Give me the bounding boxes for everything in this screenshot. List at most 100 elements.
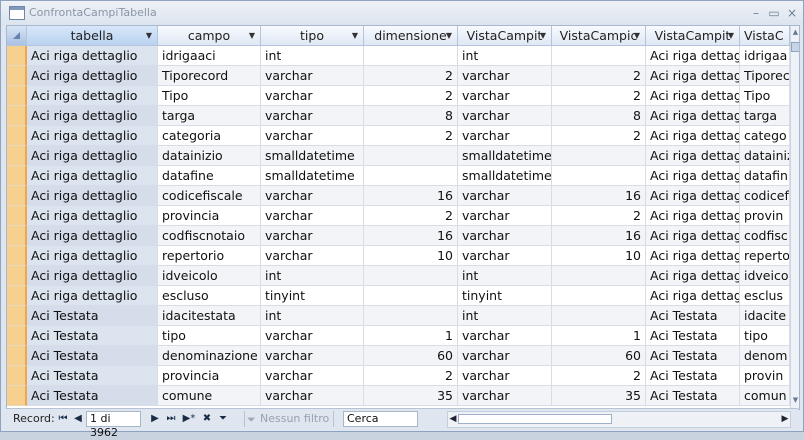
table-cell[interactable]: Aci Testata [646, 386, 740, 406]
record-selector[interactable] [7, 346, 27, 366]
table-cell[interactable] [552, 266, 646, 286]
table-cell[interactable]: 10 [364, 246, 458, 266]
minimize-button[interactable]: – [748, 5, 764, 21]
table-cell[interactable]: smalldatetime [261, 166, 364, 186]
table-cell[interactable]: varchar [458, 346, 552, 366]
table-cell[interactable]: datafine [158, 166, 261, 186]
table-cell[interactable]: Aci riga dettag [646, 86, 740, 106]
table-cell[interactable]: varchar [458, 86, 552, 106]
table-cell[interactable]: 35 [364, 386, 458, 406]
table-cell[interactable]: Aci riga dettaglio [27, 126, 158, 146]
table-cell[interactable]: provin [740, 366, 790, 386]
table-cell[interactable]: catego [740, 126, 790, 146]
table-cell[interactable]: idveicolo [158, 266, 261, 286]
table-cell[interactable]: codfisc [740, 226, 790, 246]
record-selector[interactable] [7, 206, 27, 226]
table-cell[interactable]: Tipo [158, 86, 261, 106]
table-cell[interactable]: categoria [158, 126, 261, 146]
table-cell[interactable]: 35 [552, 386, 646, 406]
table-cell[interactable]: varchar [261, 126, 364, 146]
table-cell[interactable]: targa [740, 106, 790, 126]
table-cell[interactable]: varchar [458, 246, 552, 266]
table-cell[interactable]: Aci riga dettag [646, 266, 740, 286]
table-cell[interactable]: Aci riga dettag [646, 146, 740, 166]
horizontal-scrollbar[interactable]: ◀ ▶ [447, 411, 791, 428]
table-cell[interactable]: 1 [552, 326, 646, 346]
table-cell[interactable] [364, 146, 458, 166]
restore-button[interactable]: ▭ [766, 5, 782, 21]
table-cell[interactable]: varchar [458, 386, 552, 406]
table-cell[interactable] [552, 306, 646, 326]
table-cell[interactable]: 8 [364, 106, 458, 126]
table-cell[interactable]: datafin [740, 166, 790, 186]
table-cell[interactable]: Aci riga dettag [646, 286, 740, 306]
table-cell[interactable]: varchar [261, 186, 364, 206]
table-row[interactable]: Aci riga dettaglio targa varchar 8 varchar 8 A… [7, 106, 790, 126]
table-cell[interactable]: provincia [158, 366, 261, 386]
table-cell[interactable]: 2 [552, 366, 646, 386]
table-cell[interactable]: int [458, 46, 552, 66]
vertical-scroll-thumb[interactable] [791, 42, 799, 52]
table-cell[interactable] [552, 166, 646, 186]
table-cell[interactable]: varchar [261, 386, 364, 406]
table-cell[interactable]: Aci riga dettaglio [27, 206, 158, 226]
table-cell[interactable]: 60 [364, 346, 458, 366]
table-cell[interactable]: 2 [552, 86, 646, 106]
table-cell[interactable]: Aci riga dettag [646, 206, 740, 226]
table-cell[interactable]: Aci riga dettag [646, 246, 740, 266]
table-cell[interactable] [552, 146, 646, 166]
table-cell[interactable]: Aci Testata [646, 346, 740, 366]
table-cell[interactable]: Aci riga dettaglio [27, 86, 158, 106]
table-row[interactable]: Aci riga dettaglio Tiporecord varchar 2 varc… [7, 66, 790, 86]
table-cell[interactable]: tinyint [458, 286, 552, 306]
horizontal-scroll-thumb[interactable] [458, 414, 612, 424]
table-cell[interactable]: Aci riga dettag [646, 186, 740, 206]
table-cell[interactable]: int [458, 306, 552, 326]
table-cell[interactable]: Aci Testata [646, 306, 740, 326]
column-header-tipo[interactable]: tipo ▼ [261, 26, 364, 46]
table-cell[interactable]: 2 [552, 66, 646, 86]
table-cell[interactable]: varchar [458, 326, 552, 346]
table-row[interactable]: Aci riga dettaglio escluso tinyint tinyint A… [7, 286, 790, 306]
table-cell[interactable]: varchar [261, 206, 364, 226]
table-row[interactable]: Aci riga dettaglio datainizio smalldatetim… [7, 146, 790, 166]
table-cell[interactable]: idveico [740, 266, 790, 286]
vertical-scrollbar[interactable]: ▲ ▼ [790, 26, 799, 409]
table-cell[interactable]: 8 [552, 106, 646, 126]
table-cell[interactable]: varchar [458, 186, 552, 206]
table-cell[interactable]: 16 [552, 226, 646, 246]
table-cell[interactable]: codicef [740, 186, 790, 206]
last-record-icon[interactable]: ⏭ [164, 412, 178, 426]
table-cell[interactable]: Aci riga dettag [646, 226, 740, 246]
dropdown-arrow-icon[interactable]: ▼ [249, 31, 255, 40]
table-cell[interactable]: Tipo [740, 86, 790, 106]
table-cell[interactable]: tipo [158, 326, 261, 346]
table-cell[interactable]: targa [158, 106, 261, 126]
table-cell[interactable]: Tiporecord [158, 66, 261, 86]
table-cell[interactable]: Aci riga dettaglio [27, 226, 158, 246]
scroll-up-icon[interactable]: ▲ [791, 28, 799, 37]
table-cell[interactable] [364, 306, 458, 326]
table-cell[interactable]: idrigaaci [158, 46, 261, 66]
filter-status[interactable]: ⏷ Nessun filtro [244, 411, 334, 427]
column-header-vistacampit-2[interactable]: VistaCampit ▼ [646, 26, 740, 46]
record-selector[interactable] [7, 286, 27, 306]
column-header-dimensione[interactable]: dimensione ▼ [364, 26, 458, 46]
table-cell[interactable]: Aci Testata [646, 326, 740, 346]
table-cell[interactable]: 60 [552, 346, 646, 366]
table-cell[interactable]: varchar [458, 66, 552, 86]
table-cell[interactable] [364, 266, 458, 286]
table-cell[interactable] [364, 46, 458, 66]
table-cell[interactable]: varchar [458, 126, 552, 146]
dropdown-arrow-icon[interactable]: ▼ [634, 31, 640, 40]
table-row[interactable]: Aci riga dettaglio codicefiscale varchar 16… [7, 186, 790, 206]
table-cell[interactable]: datainizio [158, 146, 261, 166]
table-cell[interactable]: tipo [740, 326, 790, 346]
table-cell[interactable]: varchar [261, 86, 364, 106]
record-selector[interactable] [7, 66, 27, 86]
table-cell[interactable]: tinyint [261, 286, 364, 306]
first-record-icon[interactable]: ⏮ [56, 412, 70, 426]
table-cell[interactable]: 2 [552, 126, 646, 146]
table-cell[interactable]: smalldatetime [458, 166, 552, 186]
table-cell[interactable]: 16 [552, 186, 646, 206]
